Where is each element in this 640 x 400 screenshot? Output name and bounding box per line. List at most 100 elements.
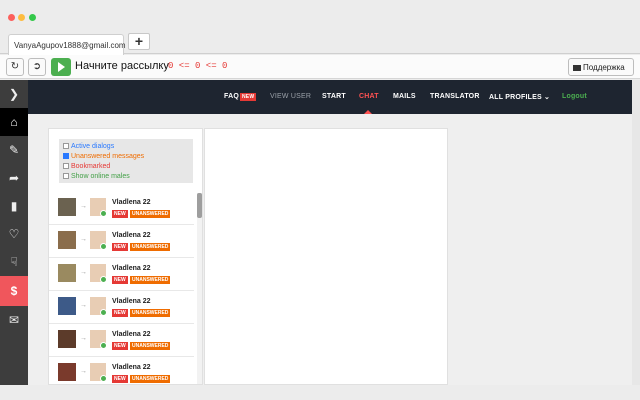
male-avatar — [58, 198, 76, 216]
browser-tab[interactable]: VanyaAgupov1888@gmail.com — [8, 34, 126, 55]
minimize-window-button[interactable] — [18, 14, 25, 21]
forward-icon: ➦ — [8, 171, 20, 185]
male-avatar — [58, 363, 76, 381]
new-badge: NEW — [112, 375, 128, 383]
online-indicator — [100, 276, 107, 283]
online-indicator — [100, 375, 107, 382]
new-badge: NEW — [112, 342, 128, 350]
dialog-list-scrollbar[interactable] — [197, 193, 202, 384]
chevron-down-icon: ⌄ — [544, 94, 551, 101]
filter-label: Unanswered messages — [71, 153, 145, 160]
dialog-row[interactable]: → Vladlena 22 NEW UNANSWERED — [49, 258, 194, 291]
page-scrollbar[interactable] — [632, 80, 640, 385]
dialog-row[interactable]: → Vladlena 22 NEW UNANSWERED — [49, 324, 194, 357]
online-indicator — [100, 210, 107, 217]
sidebar-stats-button[interactable]: ▮ — [0, 192, 28, 220]
maximize-window-button[interactable] — [29, 14, 36, 21]
sidebar-home-button[interactable]: ⌂ — [0, 108, 28, 136]
top-navbar: FAQ NEW VIEW USER START CHAT MAILS TRANSL… — [28, 80, 640, 114]
dialog-name: Vladlena 22 — [112, 298, 151, 305]
arrow-icon: → — [80, 236, 87, 243]
filter-label: Show online males — [71, 173, 130, 180]
checkbox[interactable] — [63, 163, 69, 169]
checkbox[interactable] — [63, 143, 69, 149]
filter-label: Active dialogs — [71, 143, 115, 150]
sidebar-dollar-button[interactable]: $ — [0, 276, 28, 306]
new-tab-button[interactable]: + — [128, 33, 150, 50]
refresh-icon: ↻ — [10, 61, 20, 72]
nav-mails[interactable]: MAILS — [393, 93, 416, 100]
checkbox[interactable] — [63, 173, 69, 179]
sidebar-mail-button[interactable]: ✉ — [0, 306, 28, 334]
dialog-row[interactable]: → Vladlena 22 NEW UNANSWERED — [49, 357, 194, 384]
login-button[interactable]: ➲ — [28, 58, 46, 76]
filter-active-dialogs[interactable]: Active dialogs — [63, 142, 189, 152]
dialog-name: Vladlena 22 — [112, 265, 151, 272]
unanswered-badge: UNANSWERED — [130, 342, 171, 350]
new-badge: NEW — [112, 210, 128, 218]
refresh-button[interactable]: ↻ — [6, 58, 24, 76]
nav-chat[interactable]: CHAT — [359, 93, 379, 100]
online-indicator — [100, 309, 107, 316]
unanswered-badge: UNANSWERED — [130, 210, 171, 218]
dialog-row[interactable]: → Vladlena 22 NEW UNANSWERED — [49, 225, 194, 258]
sidebar-edit-button[interactable]: ✎ — [0, 136, 28, 164]
dialog-row[interactable]: → Vladlena 22 NEW UNANSWERED — [49, 291, 194, 324]
nav-faq[interactable]: FAQ NEW — [224, 93, 257, 101]
start-mailing-button[interactable] — [51, 58, 71, 76]
close-window-button[interactable] — [8, 14, 15, 21]
scrollbar-thumb[interactable] — [197, 193, 202, 218]
unanswered-badge: UNANSWERED — [130, 276, 171, 284]
dialog-row[interactable]: → Vladlena 22 NEW UNANSWERED — [49, 192, 194, 225]
filter-show-online-males[interactable]: Show online males — [63, 172, 189, 182]
arrow-icon: → — [80, 335, 87, 342]
new-badge: NEW — [112, 276, 128, 284]
nav-start[interactable]: START — [322, 93, 346, 100]
nav-view-user[interactable]: VIEW USER — [270, 93, 311, 100]
nav-logout[interactable]: Logout — [562, 93, 587, 100]
heart-icon: ♡ — [8, 227, 20, 241]
active-tab-indicator — [364, 110, 372, 114]
edit-icon: ✎ — [8, 143, 20, 157]
nav-translator[interactable]: TRANSLATOR — [430, 93, 480, 100]
nav-all-profiles[interactable]: ALL PROFILES ⌄ — [489, 93, 550, 101]
dialog-name: Vladlena 22 — [112, 331, 151, 338]
left-sidebar: ❯ ⌂ ✎ ➦ ▮ ♡ ☟ $ ✉ — [0, 80, 28, 385]
unanswered-badge: UNANSWERED — [130, 243, 171, 251]
male-avatar — [58, 330, 76, 348]
home-icon: ⌂ — [10, 115, 18, 129]
nav-faq-label: FAQ — [224, 93, 239, 100]
faq-new-badge: NEW — [240, 93, 257, 101]
thumbs-down-icon: ☟ — [10, 255, 18, 269]
sidebar-forward-button[interactable]: ➦ — [0, 164, 28, 192]
chevron-right-icon: ❯ — [8, 87, 20, 101]
envelope-icon — [573, 65, 581, 71]
window-titlebar — [0, 0, 640, 30]
checkbox[interactable] — [63, 153, 69, 159]
dialog-name: Vladlena 22 — [112, 232, 151, 239]
dialog-name: Vladlena 22 — [112, 199, 151, 206]
tab-strip: VanyaAgupov1888@gmail.com + — [0, 30, 640, 55]
male-avatar — [58, 231, 76, 249]
filter-unanswered-messages[interactable]: Unanswered messages — [63, 152, 189, 162]
window-bottom — [0, 385, 640, 400]
male-avatar — [58, 264, 76, 282]
online-indicator — [100, 342, 107, 349]
extension-toolbar: ↻ ➲ Начните рассылку 0 <= 0 <= 0 Поддерж… — [0, 55, 640, 79]
arrow-icon: → — [80, 302, 87, 309]
arrow-icon: → — [80, 269, 87, 276]
filter-bookmarked[interactable]: Bookmarked — [63, 162, 189, 172]
online-indicator — [100, 243, 107, 250]
dialog-name: Vladlena 22 — [112, 364, 151, 371]
chart-icon: ▮ — [10, 199, 18, 213]
login-icon: ➲ — [32, 61, 42, 72]
nav-all-profiles-label: ALL PROFILES — [489, 94, 542, 101]
male-avatar — [58, 297, 76, 315]
sidebar-expand-button[interactable]: ❯ — [0, 80, 28, 108]
arrow-icon: → — [80, 368, 87, 375]
unanswered-badge: UNANSWERED — [130, 309, 171, 317]
sidebar-dislike-button[interactable]: ☟ — [0, 248, 28, 276]
start-mailing-label: Начните рассылку — [75, 60, 169, 72]
support-button[interactable]: Поддержка — [568, 58, 634, 76]
sidebar-favorites-button[interactable]: ♡ — [0, 220, 28, 248]
